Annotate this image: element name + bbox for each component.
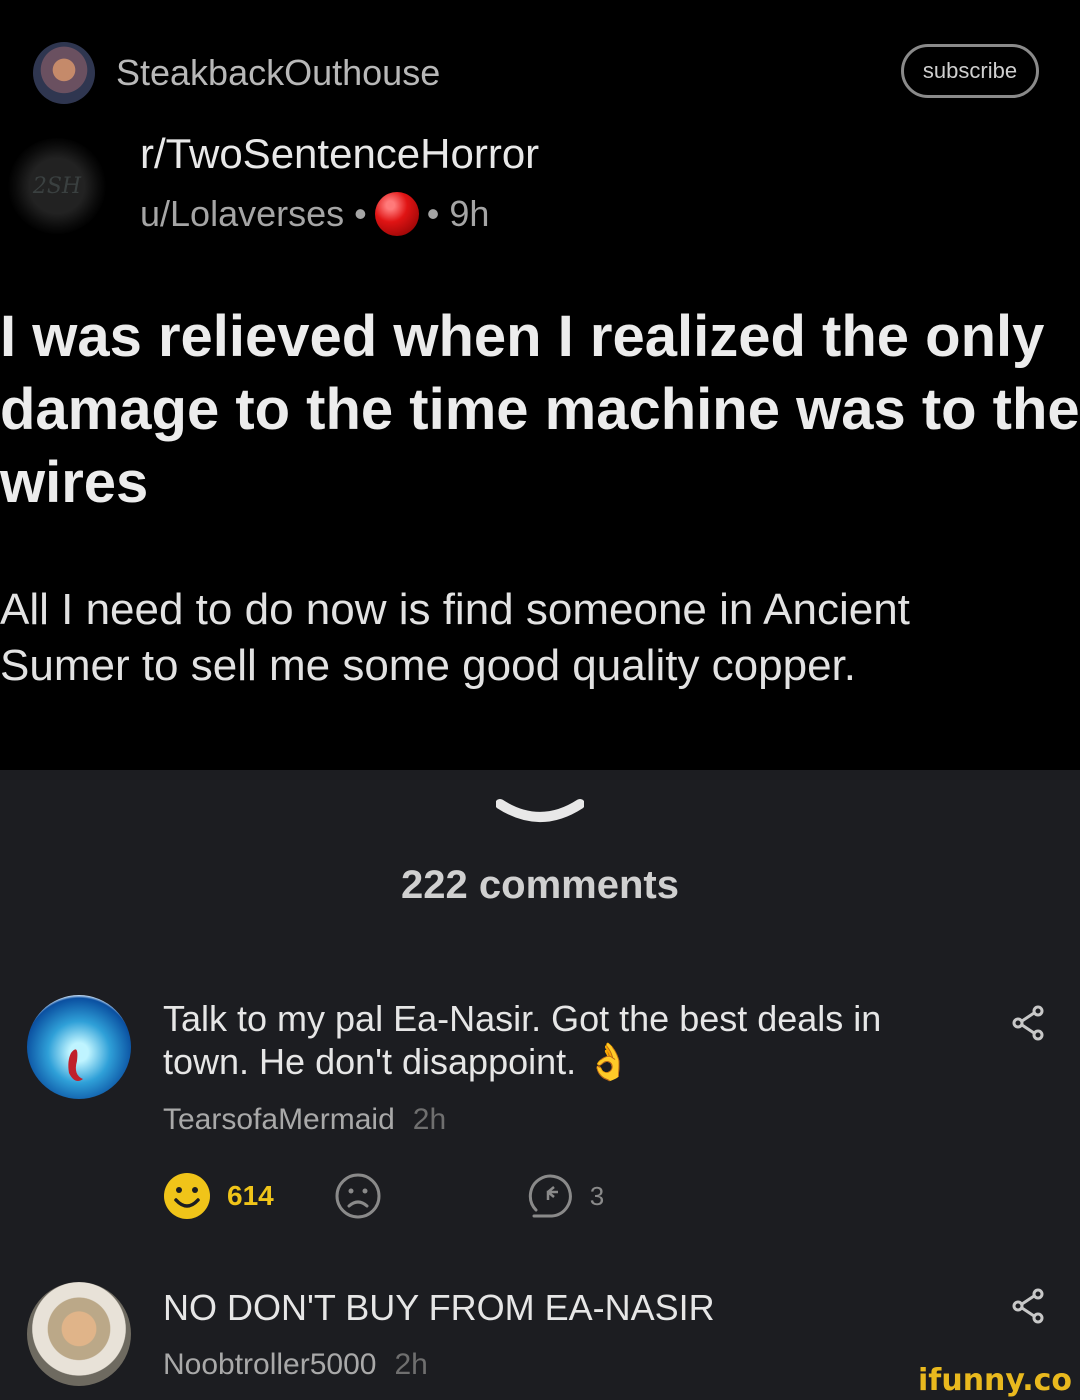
- share-icon[interactable]: [1010, 1003, 1046, 1043]
- comment-username[interactable]: TearsofaMermaid: [163, 1103, 395, 1136]
- subreddit-icon: 2SH: [8, 138, 106, 234]
- collapse-chevron-icon[interactable]: [496, 796, 584, 832]
- smile-icon[interactable]: [163, 1172, 211, 1220]
- watermark-logo: ifunny.co: [918, 1363, 1072, 1398]
- commenter-avatar[interactable]: [27, 995, 131, 1099]
- poster-avatar[interactable]: [33, 42, 95, 104]
- share-icon[interactable]: [1010, 1286, 1046, 1326]
- award-icon: [374, 192, 419, 236]
- comment-actions: 614 3: [163, 1172, 604, 1220]
- commenter-avatar[interactable]: [27, 1282, 131, 1386]
- comment-user[interactable]: Noobtroller5000 2h: [163, 1348, 428, 1382]
- comment-time: 2h: [394, 1348, 428, 1381]
- frown-icon[interactable]: [334, 1172, 382, 1220]
- post-age: • 9h: [426, 193, 490, 234]
- post-body: All I need to do now is find someone in …: [0, 585, 910, 690]
- reply-icon[interactable]: [528, 1172, 576, 1220]
- post-author: u/Lolaverses •: [140, 193, 367, 234]
- comment-user[interactable]: TearsofaMermaid 2h: [163, 1103, 446, 1137]
- comment-username[interactable]: Noobtroller5000: [163, 1348, 376, 1381]
- reply-count: 3: [589, 1180, 605, 1211]
- comment-text: NO DON'T BUY FROM EA-NASIR: [163, 1287, 715, 1328]
- comment-count: 222 comments: [401, 863, 679, 907]
- comment-text: Talk to my pal Ea-Nasir. Got the best de…: [163, 998, 882, 1082]
- smile-count: 614: [227, 1180, 274, 1211]
- subreddit-name: r/TwoSentenceHorror: [140, 130, 540, 177]
- post-meta: u/Lolaverses • • 9h: [140, 192, 489, 236]
- post-card: SteakbackOuthouse subscribe 2SH r/TwoSen…: [0, 0, 1080, 770]
- post-title: I was relieved when I realized the only …: [0, 304, 1080, 515]
- comment-time: 2h: [412, 1103, 447, 1136]
- subscribe-button[interactable]: subscribe: [901, 44, 1039, 98]
- poster-username[interactable]: SteakbackOuthouse: [116, 52, 440, 94]
